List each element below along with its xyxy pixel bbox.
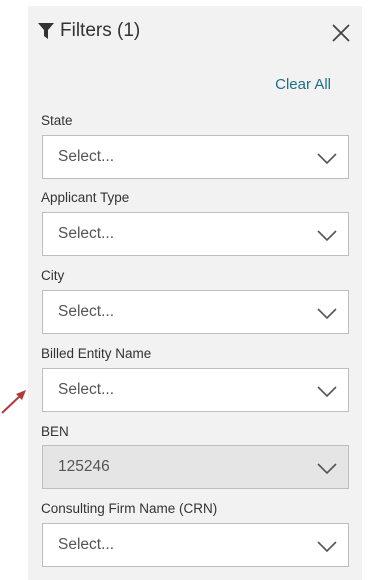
close-icon bbox=[332, 24, 350, 42]
chevron-down-icon bbox=[317, 230, 337, 242]
page: Filters (1) Clear All State Select... Ap… bbox=[0, 0, 369, 580]
billed-entity-name-select-value: Select... bbox=[58, 381, 114, 398]
applicant-type-select-value: Select... bbox=[58, 225, 114, 242]
funnel-icon bbox=[38, 22, 54, 39]
chevron-down-icon bbox=[317, 153, 337, 165]
ben-select[interactable]: 125246 bbox=[42, 445, 349, 489]
clear-all-link[interactable]: Clear All bbox=[275, 76, 331, 93]
billed-entity-name-select[interactable]: Select... bbox=[42, 368, 349, 412]
state-select[interactable]: Select... bbox=[42, 135, 349, 179]
filters-panel: Filters (1) Clear All State Select... Ap… bbox=[28, 6, 362, 580]
annotation-arrow-icon bbox=[1, 390, 26, 414]
chevron-down-icon bbox=[317, 463, 337, 475]
applicant-type-label: Applicant Type bbox=[41, 190, 130, 205]
applicant-type-select[interactable]: Select... bbox=[42, 212, 349, 256]
filters-title: Filters (1) bbox=[60, 20, 141, 41]
state-select-value: Select... bbox=[58, 148, 114, 165]
chevron-down-icon bbox=[317, 541, 337, 553]
consulting-firm-name-label: Consulting Firm Name (CRN) bbox=[41, 501, 218, 516]
consulting-firm-name-select-value: Select... bbox=[58, 536, 114, 553]
close-button[interactable] bbox=[328, 20, 354, 46]
chevron-down-icon bbox=[317, 308, 337, 320]
state-label: State bbox=[41, 113, 73, 128]
chevron-down-icon bbox=[317, 386, 337, 398]
city-select[interactable]: Select... bbox=[42, 290, 349, 334]
filters-header: Filters (1) bbox=[38, 20, 140, 42]
billed-entity-name-label: Billed Entity Name bbox=[41, 346, 152, 361]
city-select-value: Select... bbox=[58, 303, 114, 320]
city-label: City bbox=[41, 268, 65, 283]
consulting-firm-name-select[interactable]: Select... bbox=[42, 523, 349, 567]
ben-label: BEN bbox=[41, 424, 69, 439]
ben-select-value: 125246 bbox=[58, 458, 110, 475]
